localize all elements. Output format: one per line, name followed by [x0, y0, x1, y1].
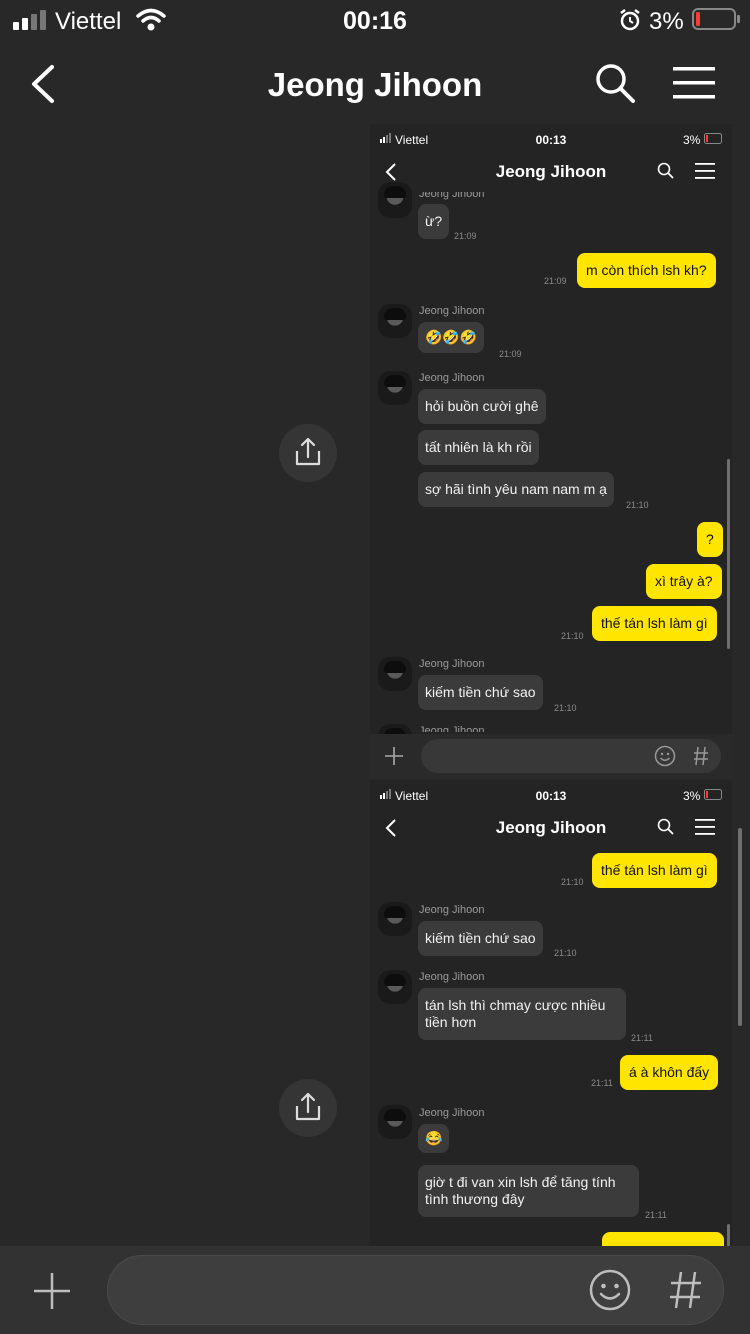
- alarm-icon: [620, 9, 640, 31]
- avatar: [378, 970, 412, 1004]
- message-bubble: kiếm tiền chứ sao: [418, 675, 543, 710]
- clock: 00:13: [535, 133, 567, 147]
- clock: 00:13: [535, 789, 567, 803]
- message-bubble-outgoing: thế tán lsh làm gì: [592, 853, 717, 888]
- search-icon: [657, 818, 674, 835]
- battery-icon: [704, 133, 722, 144]
- battery-icon: [692, 8, 740, 30]
- battery-percent: 3%: [683, 133, 701, 147]
- battery-percent: 3%: [649, 8, 684, 35]
- share-icon: [295, 437, 321, 466]
- message-bubble-outgoing: thế tán lsh làm gì: [592, 606, 717, 641]
- timestamp: 21:11: [645, 1210, 667, 1220]
- timestamp: 21:10: [554, 948, 577, 958]
- message-bubble: hỏi buồn cười ghê: [418, 389, 546, 424]
- avatar: [378, 304, 412, 338]
- scrollbar: [727, 1224, 730, 1246]
- message-bubble: tất nhiên là kh rồi: [418, 430, 539, 465]
- timestamp: 21:10: [626, 500, 649, 510]
- timestamp: 21:09: [454, 231, 477, 241]
- avatar: [378, 902, 412, 936]
- avatar: [378, 657, 412, 691]
- timestamp: 21:10: [554, 703, 577, 713]
- sender-name: Jeong Jihoon: [419, 658, 485, 670]
- message-bubble: ừ?: [418, 204, 450, 239]
- sender-name: Jeong Jihoon: [419, 372, 485, 384]
- mini-input-bar: [370, 734, 732, 778]
- timestamp: 21:10: [561, 631, 584, 641]
- hash-icon[interactable]: [668, 1270, 704, 1310]
- battery-percent: 3%: [683, 789, 701, 803]
- avatar: [378, 371, 412, 405]
- message-bubble: tán lsh thì chmay cược nhiều tiền hơn: [418, 988, 626, 1040]
- timestamp: 21:11: [631, 1033, 653, 1043]
- timestamp: 21:09: [499, 349, 522, 359]
- message-line: tình thương đây: [425, 1191, 525, 1207]
- mini-status-bar: Viettel 00:13 3%: [370, 780, 732, 808]
- mini-chat-title: Jeong Jihoon: [495, 818, 607, 837]
- emoji-icon[interactable]: [588, 1268, 632, 1312]
- menu-icon: [695, 163, 715, 179]
- sender-name: Jeong Jihoon: [419, 904, 485, 916]
- message-bubble-outgoing: ?: [697, 522, 723, 557]
- timestamp: 21:09: [544, 276, 567, 286]
- message-line: giờ t đi van xin lsh để tăng tính: [425, 1174, 616, 1190]
- message-line: tán lsh thì chmay cược nhiều: [425, 997, 606, 1013]
- search-icon[interactable]: [594, 62, 636, 104]
- hash-icon: [694, 746, 708, 766]
- mini-status-bar: Viettel 00:13 3%: [370, 124, 732, 152]
- message-bubble: sợ hãi tình yêu nam nam m ạ: [418, 472, 614, 507]
- chat-header: Jeong Jihoon: [0, 48, 750, 120]
- message-bubble: 🤣🤣🤣: [418, 322, 485, 353]
- share-button[interactable]: [279, 1079, 337, 1137]
- plus-icon: [385, 747, 403, 765]
- message-input-bar: [0, 1246, 750, 1334]
- avatar: [378, 1105, 412, 1139]
- message-bubble: giờ t đi van xin lsh để tăng tính tình t…: [418, 1165, 639, 1217]
- chat-scrollbar[interactable]: [738, 828, 742, 1026]
- menu-icon[interactable]: [672, 66, 716, 100]
- timestamp: 21:11: [591, 1078, 613, 1088]
- message-bubble-outgoing: [602, 1232, 724, 1246]
- avatar: [378, 182, 412, 218]
- menu-icon: [695, 819, 715, 835]
- mini-chat-header: Jeong Jihoon: [370, 810, 732, 846]
- share-icon: [295, 1092, 321, 1121]
- sender-name: Jeong Jihoon: [419, 305, 485, 317]
- mini-chat-title: Jeong Jihoon: [495, 162, 607, 181]
- message-bubble-outgoing: á à khôn đấy: [620, 1055, 719, 1090]
- mini-chat-header: Jeong Jihoon: [370, 154, 732, 190]
- chat-title: Jeong Jihoon: [267, 66, 483, 103]
- emoji-icon: [654, 745, 676, 767]
- message-bubble-outgoing: m còn thích lsh kh?: [577, 253, 716, 288]
- sender-name: Jeong Jihoon: [419, 1107, 485, 1119]
- message-line: tiền hơn: [425, 1014, 477, 1030]
- shared-screenshot-image[interactable]: Viettel 00:13 3% Jeong Jihoon 21:10 thế …: [370, 780, 732, 1246]
- timestamp: 21:10: [561, 877, 584, 887]
- share-button[interactable]: [279, 424, 337, 482]
- message-bubble: kiếm tiền chứ sao: [418, 921, 543, 956]
- message-bubble: 😂: [418, 1124, 450, 1153]
- status-bar: Viettel 00:16 3%: [0, 0, 750, 42]
- battery-icon: [704, 789, 722, 800]
- search-icon: [657, 162, 674, 179]
- mini-message-field: [421, 739, 721, 773]
- sender-name: Jeong Jihoon: [419, 971, 485, 983]
- message-bubble-outgoing: xì trây à?: [646, 564, 722, 599]
- plus-icon[interactable]: [32, 1271, 72, 1311]
- shared-screenshot-image[interactable]: Viettel 00:13 3% Jeong Jihoon Jeong Jiho…: [370, 124, 732, 778]
- scrollbar: [727, 459, 730, 649]
